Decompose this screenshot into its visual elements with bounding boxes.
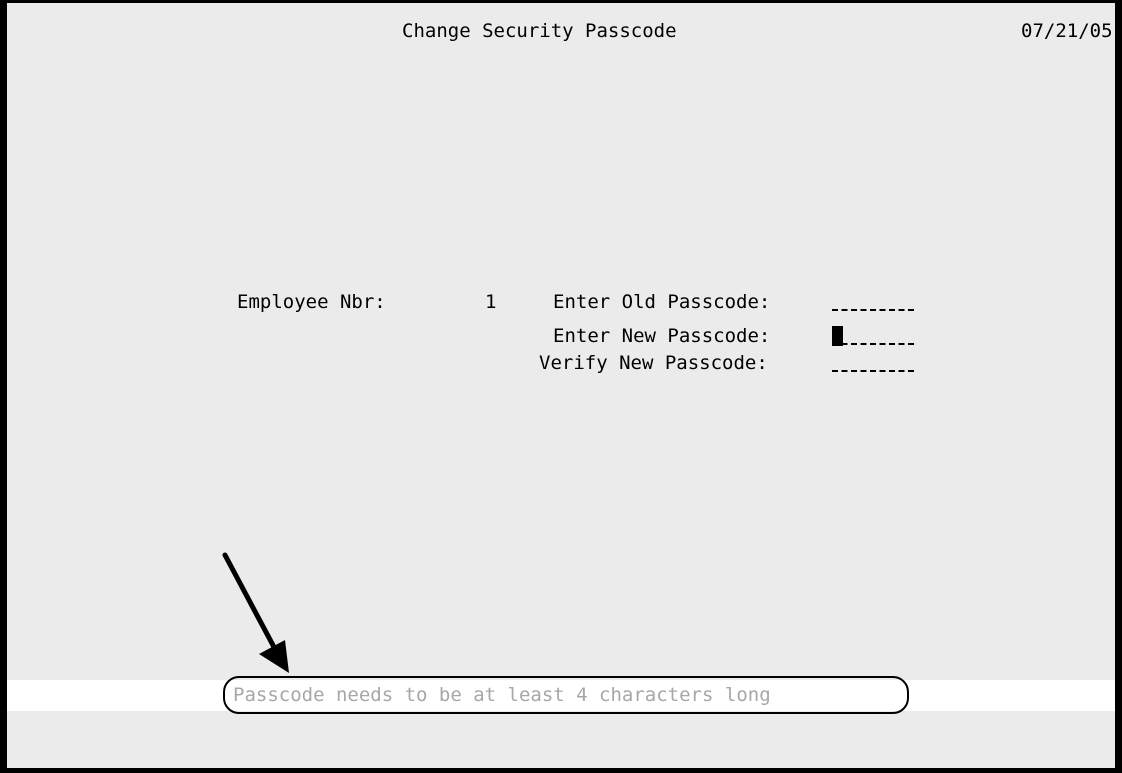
screen-date: 07/21/05 [1021, 20, 1113, 42]
terminal-window: Change Security Passcode 07/21/05 Employ… [0, 0, 1122, 773]
new-passcode-label: Enter New Passcode: [553, 325, 771, 347]
field-underline [832, 343, 914, 345]
employee-number-value: 1 [485, 291, 497, 313]
status-message: Passcode needs to be at least 4 characte… [233, 684, 771, 706]
new-passcode-field[interactable] [832, 325, 914, 347]
old-passcode-label: Enter Old Passcode: [553, 291, 771, 313]
field-underline [832, 370, 914, 372]
old-passcode-field[interactable] [832, 291, 914, 313]
screen-title: Change Security Passcode [402, 20, 677, 42]
verify-passcode-label: Verify New Passcode: [539, 352, 768, 374]
field-underline [832, 309, 914, 311]
callout-oval: Passcode needs to be at least 4 characte… [223, 676, 909, 714]
arrow-down-right-icon [222, 552, 289, 673]
employee-number-label: Employee Nbr: [237, 291, 386, 313]
verify-passcode-field[interactable] [832, 352, 914, 374]
